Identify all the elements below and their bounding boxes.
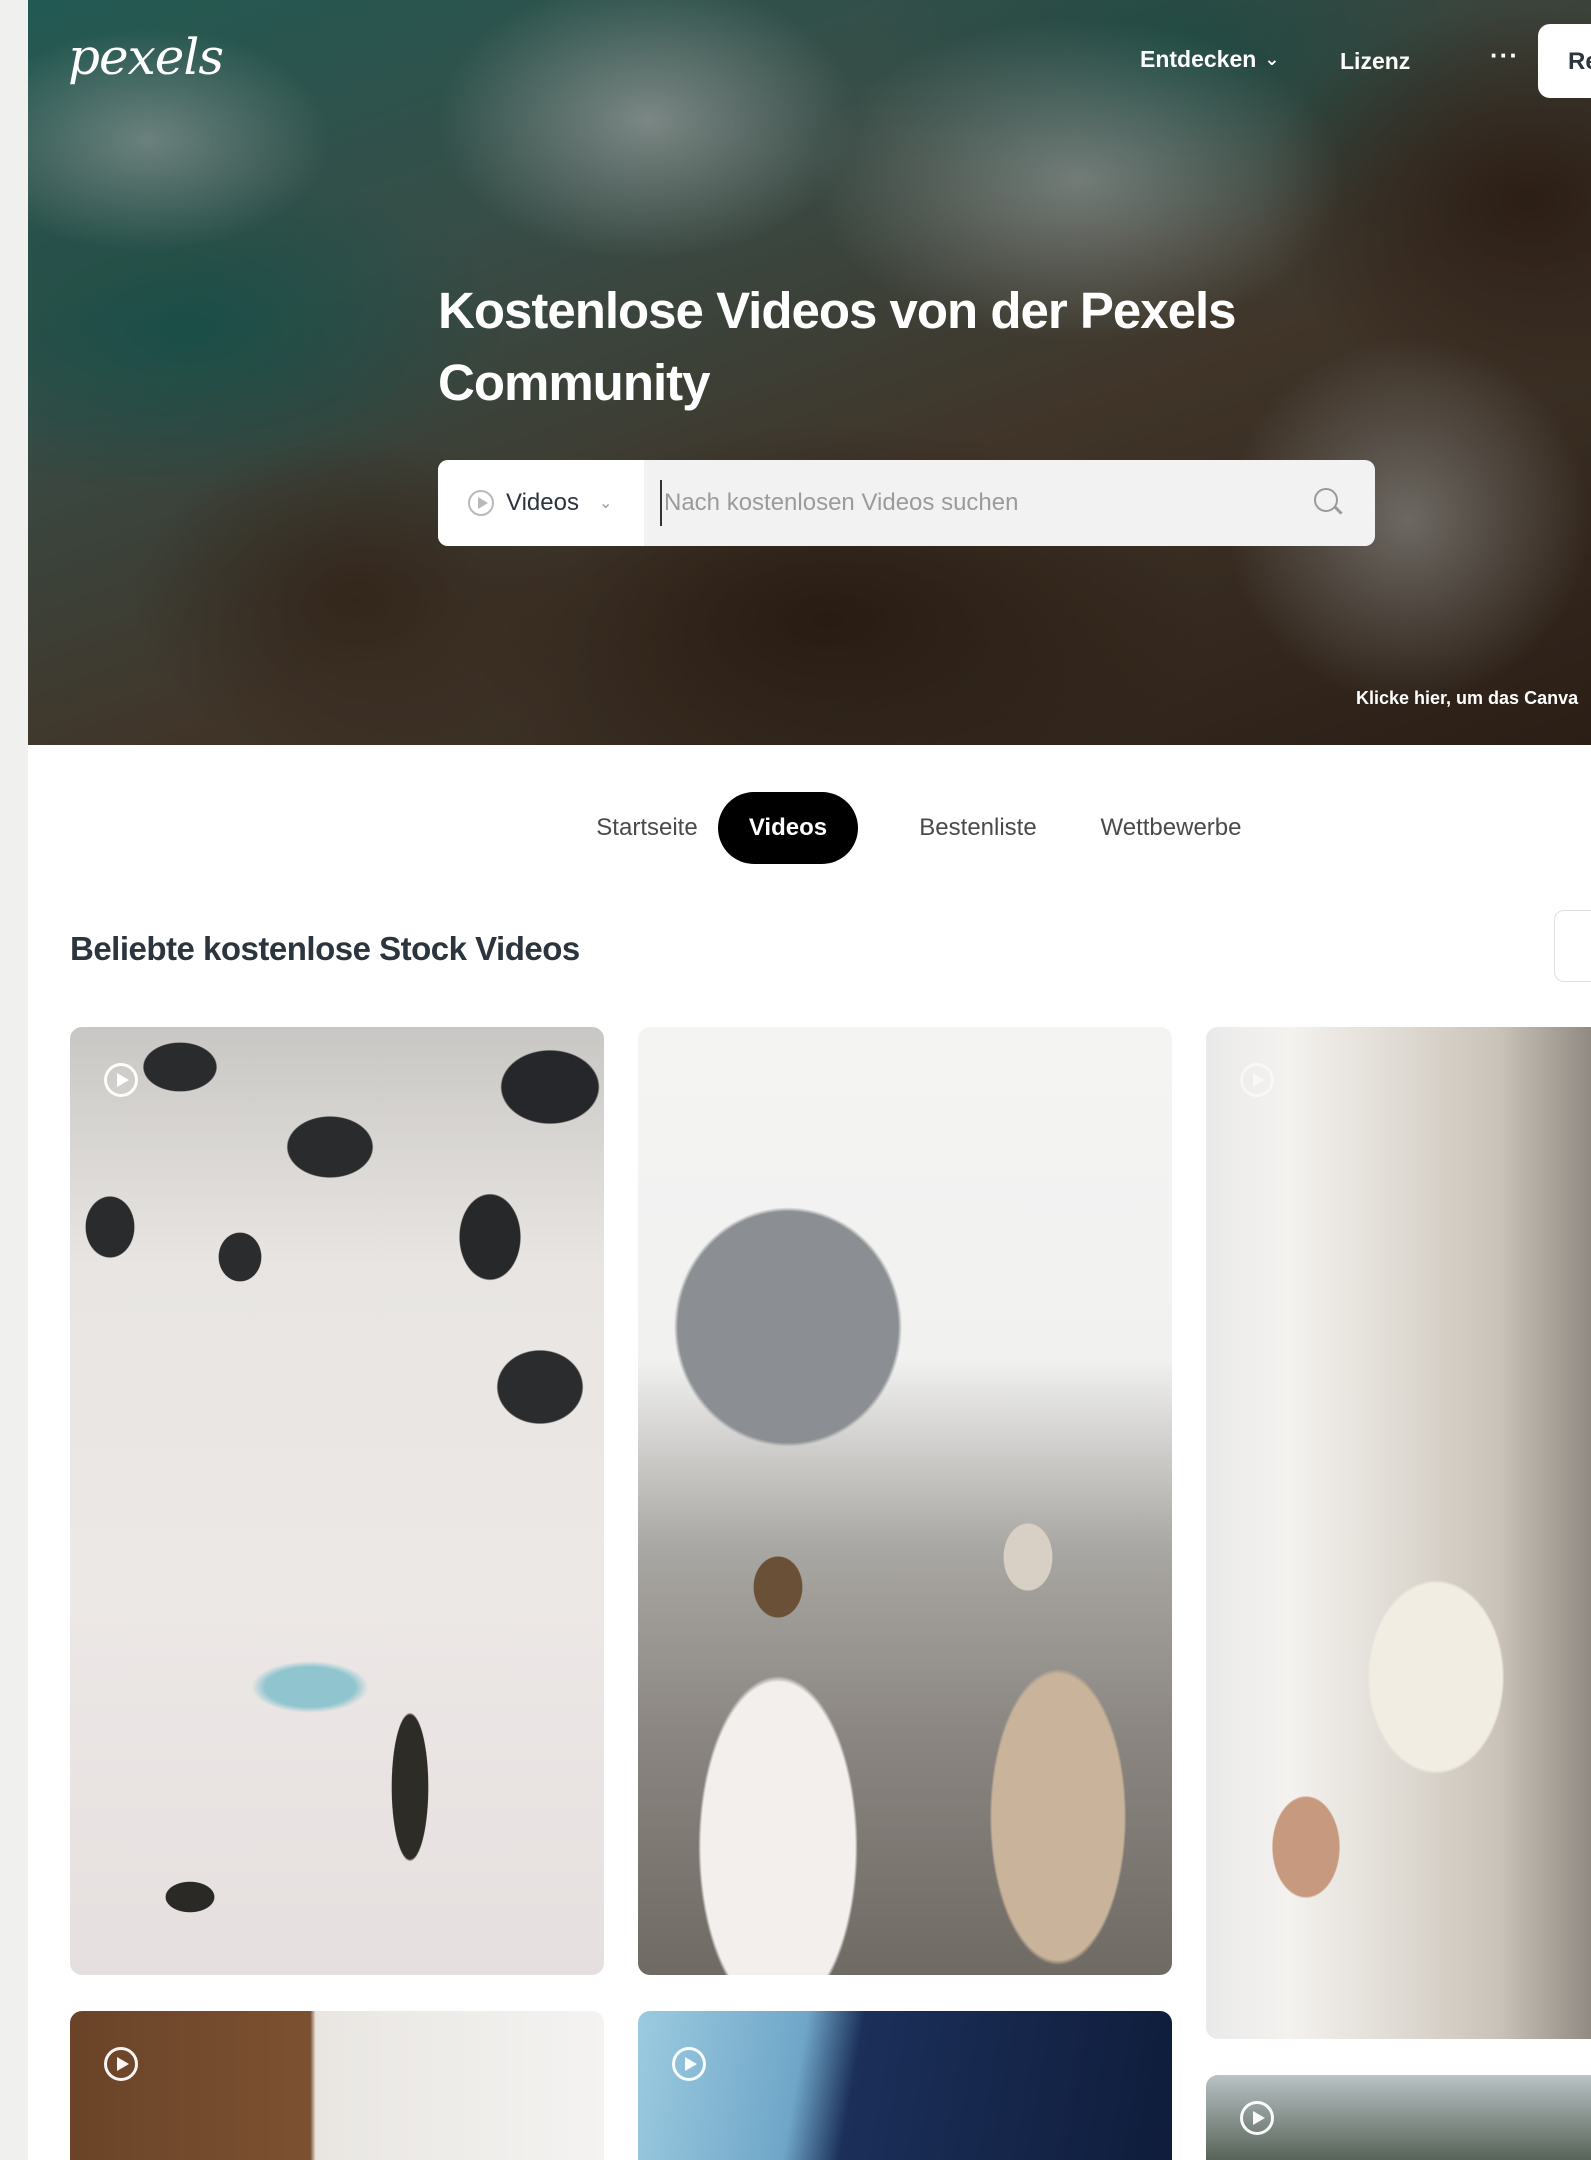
chevron-down-icon: ⌄: [598, 495, 613, 512]
pexels-logo[interactable]: pexels: [68, 28, 224, 86]
video-card[interactable]: [1206, 1027, 1591, 2039]
search-input[interactable]: [660, 480, 1280, 526]
search-type-label: Videos: [506, 489, 579, 516]
video-card[interactable]: [70, 2011, 604, 2160]
tab-wettbewerbe[interactable]: Wettbewerbe: [1086, 792, 1256, 864]
play-icon: [672, 2047, 706, 2081]
search-bar: Videos ⌄: [438, 460, 1375, 546]
play-icon: [1240, 1063, 1274, 1097]
hero-title: Kostenlose Videos von der Pexels Communi…: [438, 282, 1237, 411]
page: pexels Entdecken ⌄ Lizenz ··· Re Kostenl…: [28, 0, 1591, 2160]
canva-link[interactable]: Klicke hier, um das Canva: [1356, 688, 1578, 709]
nav-license-link[interactable]: Lizenz: [1340, 48, 1410, 75]
video-card[interactable]: [70, 1027, 604, 1975]
video-card[interactable]: [638, 1027, 1172, 1975]
nav-explore-button[interactable]: Entdecken ⌄: [1140, 46, 1279, 73]
play-icon: [1240, 2101, 1274, 2135]
video-card[interactable]: [638, 2011, 1172, 2160]
filter-button[interactable]: [1554, 910, 1591, 982]
play-circle-icon: [468, 490, 494, 516]
video-card[interactable]: [1206, 2075, 1591, 2160]
play-icon: [104, 1063, 138, 1097]
tab-startseite[interactable]: Startseite: [562, 792, 732, 864]
more-menu-icon[interactable]: ···: [1490, 40, 1519, 71]
tab-videos[interactable]: Videos: [718, 792, 858, 864]
content-tabs: Startseite Videos Bestenliste Wettbewerb…: [28, 792, 1591, 864]
search-type-dropdown[interactable]: Videos ⌄: [438, 460, 644, 546]
search-icon[interactable]: [1314, 488, 1338, 512]
chevron-down-icon: ⌄: [1264, 49, 1280, 69]
hero-banner: pexels Entdecken ⌄ Lizenz ··· Re Kostenl…: [28, 0, 1591, 745]
nav-explore-label: Entdecken: [1140, 46, 1257, 72]
tab-bestenliste[interactable]: Bestenliste: [898, 792, 1058, 864]
section-title: Beliebte kostenlose Stock Videos: [70, 930, 580, 967]
join-button[interactable]: Re: [1538, 24, 1591, 98]
play-icon: [104, 2047, 138, 2081]
